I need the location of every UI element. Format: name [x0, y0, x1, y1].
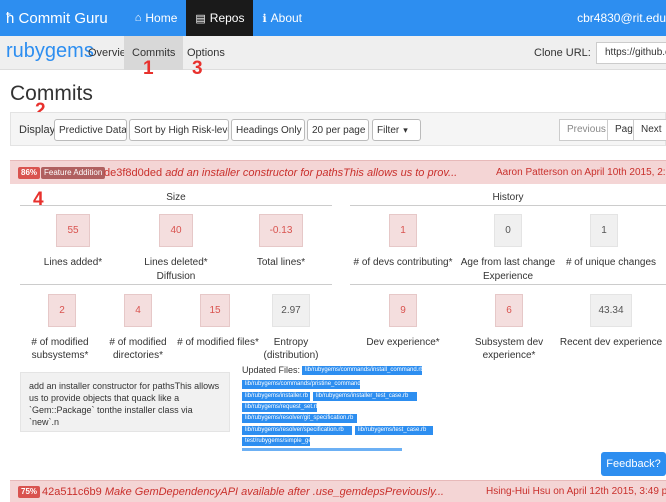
commit-type-badge: Feature Addition: [41, 167, 106, 179]
nav-about-label: About: [270, 11, 303, 25]
subsystem-experience-label: Subsystem dev experience*: [474, 337, 544, 361]
age-label: Age from last change: [460, 257, 556, 268]
dev-experience-label: Dev experience*: [366, 337, 440, 348]
headings-select[interactable]: Headings Only⇕: [231, 119, 305, 141]
file-tag[interactable]: lib/rubygems/installer_test_case.rb: [313, 392, 417, 401]
lines-deleted-label: Lines deleted*: [144, 257, 208, 268]
subsystems-value: 2: [48, 294, 76, 327]
devs-contributing-label: # of devs contributing*: [353, 257, 453, 268]
file-tag[interactable]: lib/rubygems/installer.rb: [242, 392, 310, 401]
file-tag[interactable]: test/rubygems/simple_gem.rb: [242, 437, 310, 446]
annotation-1: 1: [143, 58, 154, 79]
lines-added-label: Lines added*: [43, 257, 103, 268]
next-button[interactable]: Next: [633, 119, 666, 141]
section-diffusion: Diffusion: [20, 271, 332, 285]
filter-bar: Display: Predictive Data⇕ Sort by High R…: [10, 112, 666, 146]
clone-url-label: Clone URL:: [534, 47, 591, 59]
commit-row[interactable]: 75% 42a511c6b9 Make GemDependencyAPI ava…: [10, 480, 666, 502]
directories-value: 4: [124, 294, 152, 327]
lines-added-value: 55: [56, 214, 90, 247]
risk-badge: 75%: [18, 486, 41, 498]
file-tag[interactable]: lib/rubygems/commands/pristine_command.r…: [242, 380, 360, 389]
clone-url-input[interactable]: https://github.c: [596, 42, 666, 64]
annotation-3: 3: [192, 58, 203, 79]
headings-value: Headings Only: [236, 125, 302, 136]
dev-experience-value: 9: [389, 294, 417, 327]
file-tag[interactable]: lib/rubygems/resolver/specification.rb: [242, 426, 352, 435]
lines-deleted-value: 40: [159, 214, 193, 247]
commit-author-date: Aaron Patterson on April 10th 2015, 2:20…: [496, 167, 666, 178]
brand[interactable]: ħ Commit Guru: [0, 10, 108, 27]
nav-home-label: Home: [145, 11, 178, 25]
unique-changes-label: # of unique changes: [565, 257, 657, 268]
data-view-select[interactable]: Predictive Data⇕: [54, 119, 127, 141]
nav-repos-label: Repos: [209, 11, 245, 25]
commit-row[interactable]: 86% Feature Addition de3f8d0ded add an i…: [10, 160, 666, 184]
unique-changes-value: 1: [590, 214, 618, 247]
file-tag[interactable]: lib/rubygems/test_case.rb: [355, 426, 433, 435]
commit-title: de3f8d0ded add an installer constructor …: [104, 161, 457, 184]
commit-hash: de3f8d0ded: [104, 167, 163, 179]
file-tag[interactable]: lib/rubygems/commands/install_command.rb: [302, 366, 422, 375]
commit-details: Size History Diffusion Experience 55 Lin…: [10, 184, 666, 468]
risk-badge: 86%: [18, 167, 41, 179]
feedback-button[interactable]: Feedback?: [601, 452, 666, 476]
nav-about[interactable]: ℹ About: [253, 0, 311, 36]
info-icon: ℹ: [262, 12, 267, 25]
filter-dropdown[interactable]: Filter ▾: [372, 119, 421, 141]
sort-value: Sort by High Risk-level: [134, 125, 229, 136]
devs-contributing-value: 1: [389, 214, 417, 247]
nav-home[interactable]: ⌂ Home: [126, 0, 187, 36]
per-page-value: 20 per page: [312, 125, 366, 136]
commit-guru-logo-icon: ħ: [6, 9, 15, 27]
recent-experience-value: 43.34: [590, 294, 632, 327]
updated-files-label: Updated Files:: [242, 365, 300, 375]
commit-message-box: add an installer constructor for pathsTh…: [20, 372, 230, 432]
sort-select[interactable]: Sort by High Risk-level⇕: [129, 119, 229, 141]
total-lines-label: Total lines*: [256, 257, 306, 268]
entropy-value: 2.97: [272, 294, 310, 327]
age-value: 0: [494, 214, 522, 247]
data-view-value: Predictive Data: [59, 125, 127, 136]
commit-message-preview: Make GemDependencyAPI available after .u…: [104, 486, 444, 498]
section-history: History: [350, 192, 666, 206]
display-label: Display:: [19, 124, 59, 136]
file-tag-overflow: [242, 448, 402, 451]
filter-label: Filter: [377, 125, 400, 136]
tab-options[interactable]: Options: [179, 36, 233, 70]
commit-author-date: Hsing-Hui Hsu on April 12th 2015, 3:49 p…: [486, 486, 666, 497]
brand-label: Commit Guru: [18, 9, 108, 27]
top-navbar: ħ Commit Guru ⌂ Home ▤ Repos ℹ About cbr…: [0, 0, 666, 36]
section-experience: Experience: [350, 271, 666, 285]
home-icon: ⌂: [134, 12, 142, 24]
files-value: 15: [200, 294, 230, 327]
commit-hash: 42a511c6b9: [42, 486, 102, 498]
total-lines-value: -0.13: [259, 214, 303, 247]
entropy-label: Entropy (distribution): [263, 337, 319, 361]
inbox-icon: ▤: [195, 12, 206, 25]
recent-experience-label: Recent dev experience: [559, 337, 663, 348]
caret-down-icon: ▾: [403, 125, 408, 135]
section-size: Size: [20, 192, 332, 206]
commit-message-preview: add an installer constructor for pathsTh…: [165, 167, 458, 179]
repo-subnav: rubygems Overview Commits Options Clone …: [0, 36, 666, 70]
file-tag[interactable]: lib/rubygems/request_set.rb: [242, 403, 317, 412]
page-title: Commits: [10, 82, 93, 105]
subsystem-experience-value: 6: [495, 294, 523, 327]
user-menu[interactable]: cbr4830@rit.edu: [577, 0, 666, 36]
file-tag[interactable]: lib/rubygems/resolver/git_specification.…: [242, 414, 357, 423]
previous-button[interactable]: Previous: [559, 119, 614, 141]
per-page-select[interactable]: 20 per page⇕: [307, 119, 369, 141]
updated-files-text: Updated Files:: [242, 365, 301, 375]
nav-repos[interactable]: ▤ Repos: [186, 0, 254, 36]
commit-title: 42a511c6b9 Make GemDependencyAPI availab…: [42, 481, 444, 502]
